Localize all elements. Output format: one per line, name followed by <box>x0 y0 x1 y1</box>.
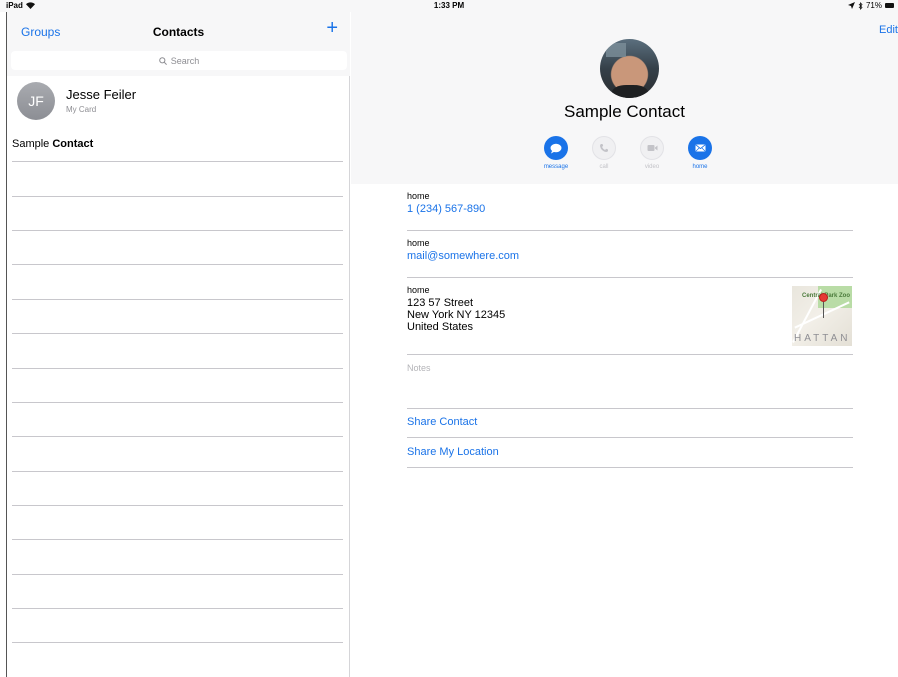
share-location-button[interactable]: Share My Location <box>407 446 499 458</box>
edit-button[interactable]: Edit <box>879 24 898 36</box>
contact-detail-header: Edit Sample Contact message call video h… <box>351 0 898 184</box>
divider <box>407 230 853 231</box>
contacts-navbar: Groups Contacts + Search <box>7 12 350 76</box>
phone-icon <box>600 144 608 152</box>
my-card-name: Jesse Feiler <box>66 87 137 102</box>
divider <box>12 333 343 334</box>
map-thumbnail[interactable]: Central Park Zoo HATTAN <box>792 286 852 346</box>
search-input[interactable]: Search <box>11 51 347 70</box>
email-field[interactable]: home mail@somewhere.com <box>407 238 519 262</box>
add-contact-button[interactable]: + <box>326 18 338 38</box>
divider <box>12 608 343 609</box>
divider <box>12 642 343 643</box>
battery-icon <box>885 3 894 8</box>
contacts-title: Contacts <box>152 25 205 39</box>
status-bar: iPad 1:33 PM 71% <box>0 0 898 12</box>
contact-first-name: Sample <box>12 138 50 150</box>
divider <box>407 277 853 278</box>
mail-icon <box>695 144 705 152</box>
phone-label: home <box>407 191 430 201</box>
divider <box>12 230 343 231</box>
video-icon <box>647 145 657 151</box>
my-card-row[interactable]: JF Jesse Feiler My Card <box>7 76 350 128</box>
battery-percent: 71% <box>865 1 882 10</box>
phone-field[interactable]: home 1 (234) 567-890 <box>407 191 485 215</box>
contact-photo <box>600 39 659 98</box>
share-contact-button[interactable]: Share Contact <box>407 416 477 428</box>
divider <box>12 161 343 162</box>
divider <box>407 467 853 468</box>
list-item[interactable]: Sample Contact <box>12 138 93 150</box>
video-button[interactable]: video <box>637 136 667 170</box>
divider <box>407 408 853 409</box>
address-line-1: 123 57 Street <box>407 297 474 309</box>
quick-actions: message call video home <box>541 136 715 170</box>
address-label: home <box>407 285 430 295</box>
divider <box>12 264 343 265</box>
divider <box>12 196 343 197</box>
contact-last-name: Contact <box>52 138 94 150</box>
email-link[interactable]: mail@somewhere.com <box>407 250 519 262</box>
divider <box>12 402 343 403</box>
message-button[interactable]: message <box>541 136 571 170</box>
map-label-bottom: HATTAN <box>794 333 851 344</box>
phone-number-link[interactable]: 1 (234) 567-890 <box>407 203 485 215</box>
map-pin-icon <box>819 293 828 302</box>
message-icon <box>550 143 562 153</box>
divider <box>407 437 853 438</box>
search-icon <box>158 56 167 65</box>
call-button[interactable]: call <box>589 136 619 170</box>
contacts-list-pane: Groups Contacts + Search JF Jesse Feiler… <box>6 0 350 677</box>
contact-name: Sample Contact <box>564 102 685 121</box>
email-label: home <box>407 238 430 248</box>
divider <box>12 574 343 575</box>
divider <box>12 436 343 437</box>
divider <box>12 299 343 300</box>
mail-button[interactable]: home <box>685 136 715 170</box>
notes-field[interactable]: Notes <box>407 363 431 373</box>
address-field[interactable]: home 123 57 Street New York NY 12345 Uni… <box>407 285 505 333</box>
bluetooth-icon <box>858 1 863 10</box>
location-arrow-icon <box>847 2 855 9</box>
address-line-3: United States <box>407 321 474 333</box>
address-line-2: New York NY 12345 <box>407 309 506 321</box>
clock: 1:33 PM <box>433 1 465 10</box>
divider <box>12 505 343 506</box>
divider <box>12 539 343 540</box>
divider <box>407 354 853 355</box>
avatar: JF <box>17 82 55 120</box>
divider <box>12 471 343 472</box>
divider <box>12 368 343 369</box>
my-card-subtitle: My Card <box>66 105 97 114</box>
search-placeholder: Search <box>170 55 200 66</box>
